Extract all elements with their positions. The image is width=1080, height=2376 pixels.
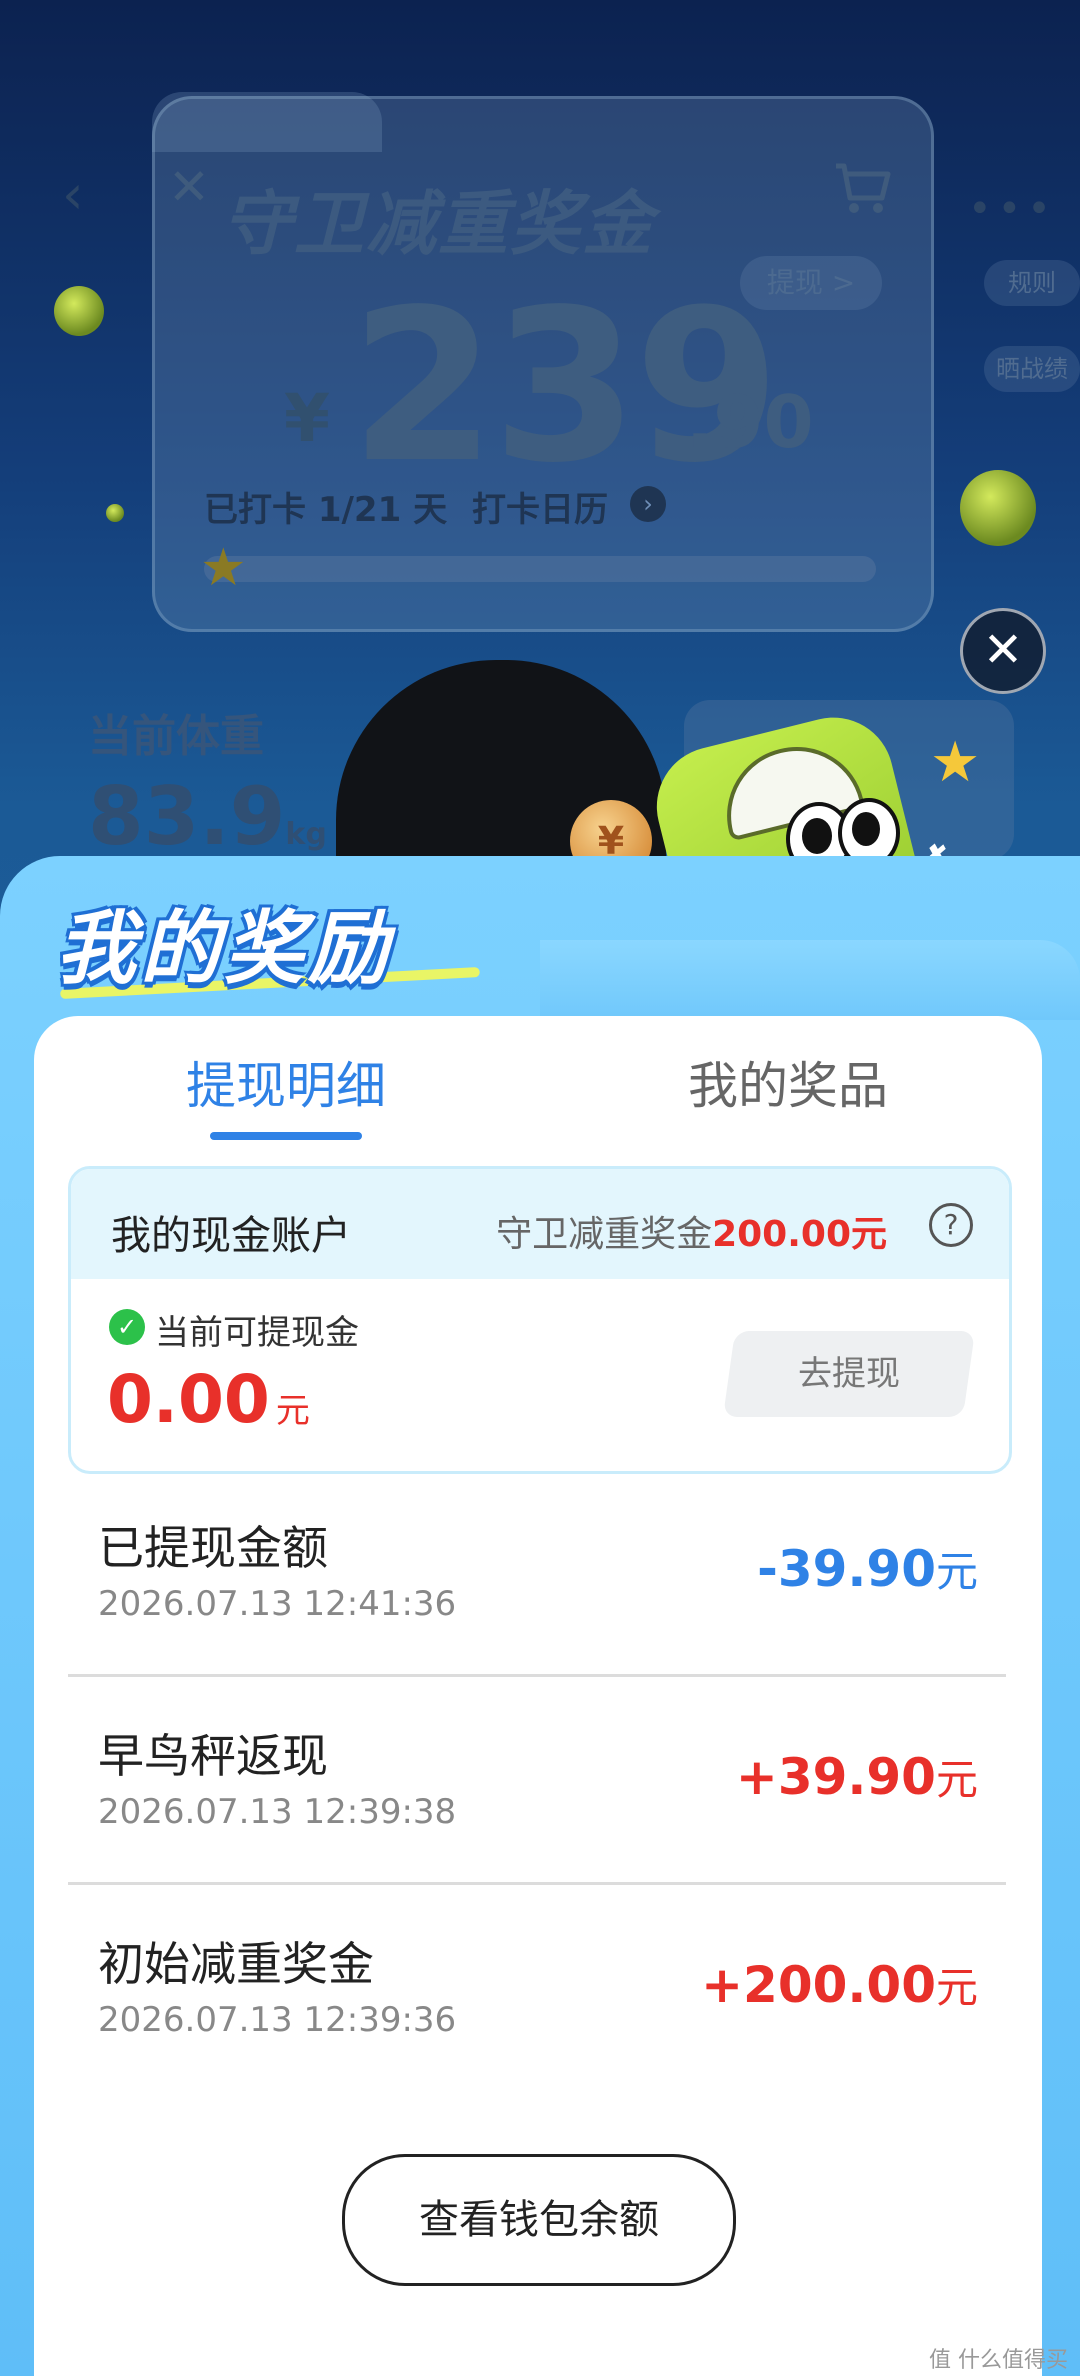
record-time: 2026.07.13 12:39:36 (98, 2000, 457, 2040)
mascot-pupil (852, 812, 880, 846)
divider (68, 1674, 1006, 1677)
rules-button[interactable]: 规则 (984, 260, 1080, 306)
bonus-balance-amount: 200.00元 (712, 1214, 887, 1255)
ball-decoration (54, 286, 104, 336)
cash-account-label: 我的现金账户 (111, 1213, 351, 1259)
mascot-pupil (802, 818, 832, 854)
tab-withdraw-details[interactable]: 提现明细 (86, 1046, 486, 1118)
star-icon: ★ (930, 730, 981, 795)
chevron-right-icon[interactable]: › (630, 486, 666, 522)
star-icon: ★ (200, 538, 247, 598)
sheet-title: 我的奖励 (56, 902, 392, 995)
ball-decoration (960, 470, 1036, 546)
tab-my-prizes[interactable]: 我的奖品 (588, 1046, 988, 1118)
close-modal-icon[interactable]: ✕ (960, 608, 1046, 694)
current-weight-label: 当前体重 (88, 711, 264, 762)
cash-account-card: 我的现金账户 守卫减重奖金200.00元 ? ✓ 当前可提现金 0.00 元 去提… (68, 1166, 1012, 1474)
bonus-balance-label: 守卫减重奖金 (496, 1214, 713, 1255)
record-amount: +200.00元 (701, 1956, 978, 2014)
record-name: 初始减重奖金 (98, 1937, 374, 1991)
record-time: 2026.07.13 12:39:38 (98, 1792, 457, 1832)
back-icon[interactable]: ‹ (62, 168, 84, 222)
sheet-tab-shape (540, 940, 1080, 1020)
list-item: 初始减重奖金 2026.07.13 12:39:36 +200.00元 (68, 1888, 1006, 2094)
available-cash-label: 当前可提现金 (155, 1313, 359, 1353)
list-item: 早鸟秤返现 2026.07.13 12:39:38 +39.90元 (68, 1680, 1006, 1886)
ball-decoration (106, 504, 124, 522)
record-time: 2026.07.13 12:41:36 (98, 1584, 457, 1624)
watermark: 值 什么值得买 (929, 2348, 1068, 2373)
bonus-balance: 守卫减重奖金200.00元 (496, 1205, 887, 1257)
share-button[interactable]: 晒战绩 (984, 346, 1080, 392)
bonus-amount-decimal: .90 (686, 380, 814, 464)
available-cash-amount: 0.00 元 (107, 1361, 310, 1438)
tab-indicator (210, 1132, 362, 1140)
currency-symbol: ¥ (284, 380, 330, 457)
checkin-calendar-link[interactable]: 打卡日历 (472, 482, 608, 531)
question-icon[interactable]: ? (929, 1203, 973, 1247)
divider (68, 1882, 1006, 1885)
withdraw-button[interactable]: 去提现 (722, 1331, 976, 1417)
record-name: 早鸟秤返现 (98, 1729, 328, 1783)
list-item: 已提现金额 2026.07.13 12:41:36 -39.90元 (68, 1472, 1006, 1678)
record-amount: -39.90元 (757, 1540, 978, 1598)
more-icon[interactable]: ••• (968, 186, 1057, 232)
record-amount: +39.90元 (735, 1748, 978, 1806)
current-weight-value: 83.9kg (88, 770, 327, 863)
checkin-progress-bar (204, 556, 876, 582)
bonus-title: 守卫减重奖金 (222, 183, 654, 265)
checkin-progress-text: 已打卡 1/21 天 (204, 490, 448, 530)
wechat-icon: ✓ (109, 1309, 145, 1345)
view-wallet-balance-button[interactable]: 查看钱包余额 (342, 2154, 736, 2286)
record-name: 已提现金额 (98, 1521, 328, 1575)
